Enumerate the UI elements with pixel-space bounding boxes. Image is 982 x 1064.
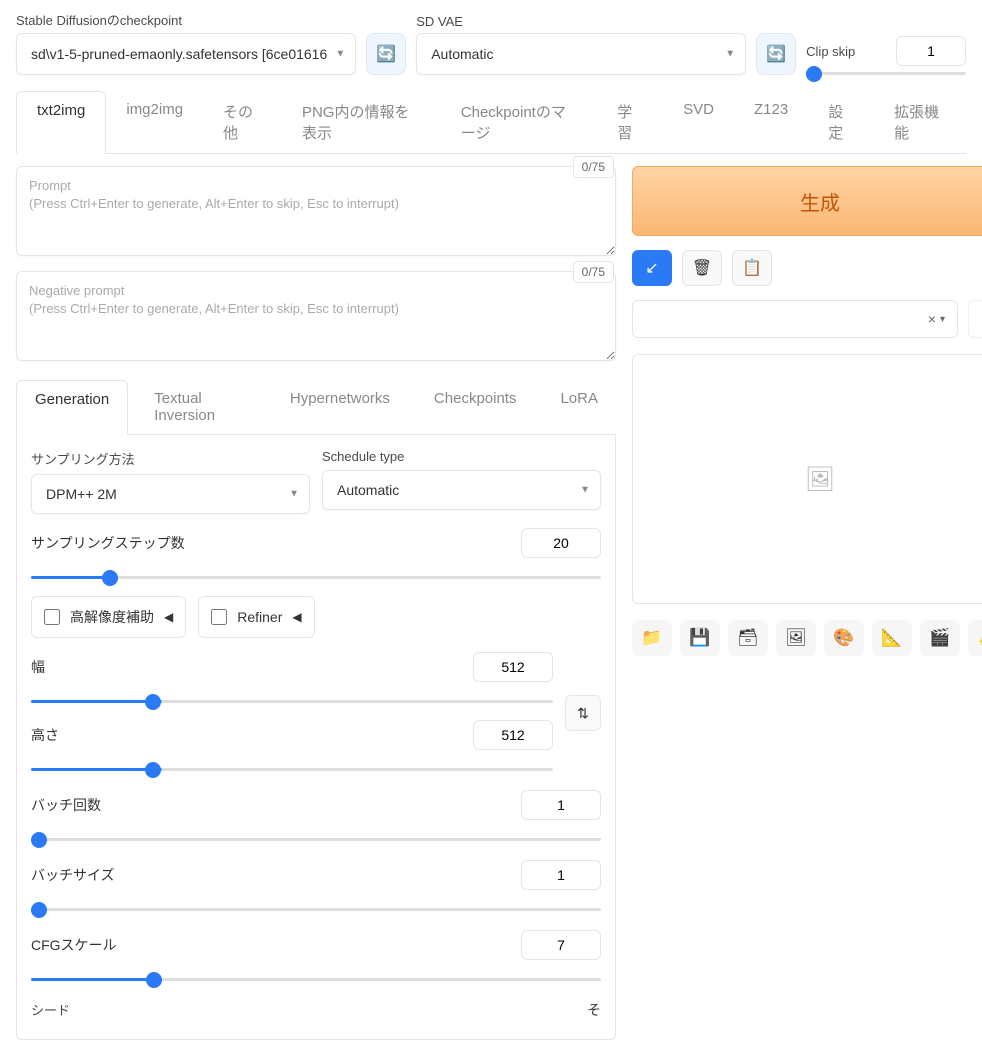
zip-button[interactable]: 🗃 — [728, 620, 768, 656]
chevron-down-icon: ▼ — [335, 49, 345, 60]
checkpoint-select[interactable]: sd\v1-5-pruned-emaonly.safetensors [6ce0… — [16, 33, 356, 75]
subtab-textual-inversion[interactable]: Textual Inversion — [136, 380, 264, 434]
height-slider[interactable] — [31, 768, 553, 771]
generate-button[interactable]: 生成 — [632, 166, 982, 236]
chevron-down-icon: ▼ — [289, 489, 299, 500]
upscale-button[interactable]: ✨ — [968, 620, 982, 656]
height-input[interactable] — [473, 720, 553, 750]
image-icon: 🖼 — [785, 628, 807, 648]
close-icon[interactable]: × — [928, 311, 936, 327]
paste-button[interactable]: 📋 — [732, 250, 772, 286]
palette-icon: 🎨 — [833, 628, 854, 648]
vae-value: Automatic — [431, 46, 493, 62]
batch-count-input[interactable] — [521, 790, 601, 820]
interrogate-button[interactable]: ↙ — [632, 250, 672, 286]
subtab-lora[interactable]: LoRA — [542, 380, 616, 434]
clip-skip-slider[interactable] — [806, 72, 966, 75]
cfg-slider[interactable] — [31, 978, 601, 981]
chevron-down-icon: ▾ — [940, 314, 945, 325]
image-placeholder-icon: 🖼 — [805, 465, 835, 494]
clip-skip-input[interactable] — [896, 36, 966, 66]
tab-Z123[interactable]: Z123 — [734, 91, 808, 153]
schedule-select[interactable]: Automatic ▼ — [322, 470, 601, 510]
sparkle-icon: ✨ — [977, 628, 982, 648]
sampler-select[interactable]: DPM++ 2M ▼ — [31, 474, 310, 514]
refiner-checkbox[interactable] — [211, 609, 227, 625]
neg-prompt-input[interactable] — [16, 271, 616, 361]
style-select[interactable]: × ▾ — [632, 300, 958, 338]
width-slider[interactable] — [31, 700, 553, 703]
checkpoint-value: sd\v1-5-pruned-emaonly.safetensors [6ce0… — [31, 46, 327, 62]
clipboard-icon: 📋 — [742, 258, 762, 278]
seed-label: シード — [31, 1000, 70, 1019]
send-inpaint-button[interactable]: 🎨 — [824, 620, 864, 656]
cfg-label: CFGスケール — [31, 935, 117, 955]
tab-Checkpointのマージ[interactable]: Checkpointのマージ — [441, 91, 597, 153]
hires-checkbox[interactable] — [44, 609, 60, 625]
vae-label: SD VAE — [416, 14, 746, 29]
refresh-vae-button[interactable]: 🔄 — [756, 33, 796, 75]
clip-skip-label: Clip skip — [806, 44, 855, 59]
checkpoint-label: Stable Diffusionのcheckpoint — [16, 10, 356, 29]
cfg-input[interactable] — [521, 930, 601, 960]
subtab-checkpoints[interactable]: Checkpoints — [416, 380, 535, 434]
refiner-toggle[interactable]: Refiner ◀ — [198, 596, 314, 638]
tab-PNG内の情報を表示[interactable]: PNG内の情報を表示 — [282, 91, 441, 153]
width-input[interactable] — [473, 652, 553, 682]
seed-extra-text: そ — [587, 1000, 601, 1025]
clear-button[interactable]: 🗑 — [682, 250, 722, 286]
sub-tabs: GenerationTextual InversionHypernetworks… — [16, 380, 616, 435]
height-label: 高さ — [31, 725, 59, 745]
trash-icon: 🗑 — [692, 258, 712, 278]
clapper-icon: 🎬 — [929, 628, 950, 648]
tab-拡張機能[interactable]: 拡張機能 — [874, 91, 966, 153]
triangle-left-icon: ◀ — [164, 610, 173, 624]
schedule-label: Schedule type — [322, 449, 601, 464]
batch-count-label: バッチ回数 — [31, 795, 101, 815]
save-button[interactable]: 💾 — [680, 620, 720, 656]
tab-txt2img[interactable]: txt2img — [16, 91, 106, 154]
open-folder-button[interactable]: 📁 — [632, 620, 672, 656]
tab-学習[interactable]: 学習 — [597, 91, 663, 153]
steps-label: サンプリングステップ数 — [31, 533, 185, 553]
batch-size-label: バッチサイズ — [31, 865, 115, 885]
style-edit-button[interactable]: ✎ — [968, 300, 982, 338]
folder-icon: 📁 — [641, 628, 662, 648]
steps-input[interactable] — [521, 528, 601, 558]
tab-その他[interactable]: その他 — [203, 91, 282, 153]
sampler-label: サンプリング方法 — [31, 449, 310, 468]
prompt-counter: 0/75 — [573, 156, 614, 178]
hires-toggle[interactable]: 高解像度補助 ◀ — [31, 596, 186, 638]
triangle-left-icon: ◀ — [292, 610, 301, 624]
steps-slider[interactable] — [31, 576, 601, 579]
output-image-area: 🖼 — [632, 354, 982, 604]
send-svd-button[interactable]: 🎬 — [920, 620, 960, 656]
vae-select[interactable]: Automatic ▼ — [416, 33, 746, 75]
ruler-icon: 📐 — [881, 628, 902, 648]
send-extras-button[interactable]: 📐 — [872, 620, 912, 656]
tab-SVD[interactable]: SVD — [663, 91, 734, 153]
subtab-generation[interactable]: Generation — [16, 380, 128, 435]
chevron-down-icon: ▼ — [725, 49, 735, 60]
tab-img2img[interactable]: img2img — [106, 91, 203, 153]
chevron-down-icon: ▼ — [580, 485, 590, 496]
swap-dimensions-button[interactable]: ⇅ — [565, 695, 601, 731]
batch-size-slider[interactable] — [31, 908, 601, 911]
subtab-hypernetworks[interactable]: Hypernetworks — [272, 380, 408, 434]
tab-設定[interactable]: 設定 — [808, 91, 874, 153]
save-icon: 💾 — [689, 628, 710, 648]
main-tabs: txt2imgimg2imgその他PNG内の情報を表示Checkpointのマー… — [16, 91, 966, 154]
width-label: 幅 — [31, 657, 45, 677]
box-icon: 🗃 — [737, 628, 759, 648]
batch-size-input[interactable] — [521, 860, 601, 890]
neg-prompt-counter: 0/75 — [573, 261, 614, 283]
batch-count-slider[interactable] — [31, 838, 601, 841]
send-img2img-button[interactable]: 🖼 — [776, 620, 816, 656]
prompt-input[interactable] — [16, 166, 616, 256]
refresh-checkpoint-button[interactable]: 🔄 — [366, 33, 406, 75]
